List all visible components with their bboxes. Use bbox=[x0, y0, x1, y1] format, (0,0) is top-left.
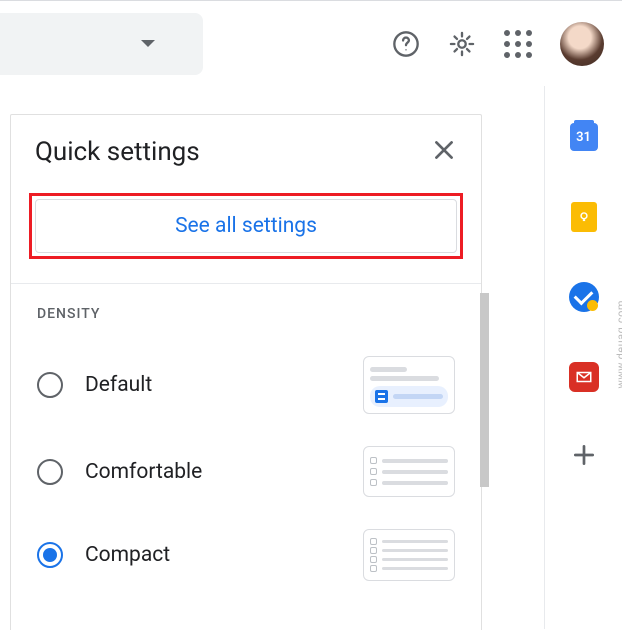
contacts-app[interactable] bbox=[569, 362, 599, 392]
keep-icon bbox=[571, 202, 597, 232]
density-label: Compact bbox=[85, 543, 363, 567]
keep-app[interactable] bbox=[569, 202, 599, 232]
apps-button[interactable] bbox=[494, 20, 542, 68]
see-all-settings-button[interactable]: See all settings bbox=[35, 199, 457, 253]
panel-header: Quick settings bbox=[11, 115, 481, 179]
tasks-app[interactable] bbox=[569, 282, 599, 312]
help-icon bbox=[392, 30, 420, 58]
support-button[interactable] bbox=[382, 20, 430, 68]
close-icon bbox=[431, 137, 457, 163]
density-option-comfortable[interactable]: Comfortable bbox=[29, 430, 463, 513]
radio-selected-icon bbox=[37, 542, 63, 568]
see-all-highlight: See all settings bbox=[29, 193, 463, 259]
gear-icon bbox=[448, 30, 476, 58]
quick-settings-panel: Quick settings See all settings DENSITY … bbox=[10, 114, 482, 630]
category-dropdown[interactable] bbox=[0, 13, 203, 75]
density-options: Default Comfortable bbox=[11, 340, 481, 597]
density-preview-comfortable bbox=[363, 446, 455, 497]
plus-icon bbox=[571, 442, 597, 472]
density-section-label: DENSITY bbox=[11, 306, 481, 322]
density-preview-default bbox=[363, 356, 455, 414]
top-toolbar bbox=[0, 0, 622, 86]
settings-button[interactable] bbox=[438, 20, 486, 68]
panel-title: Quick settings bbox=[35, 137, 200, 167]
density-label: Default bbox=[85, 373, 363, 397]
radio-icon bbox=[37, 372, 63, 398]
calendar-app[interactable]: 31 bbox=[569, 122, 599, 152]
density-label: Comfortable bbox=[85, 460, 363, 484]
add-app-button[interactable] bbox=[569, 442, 599, 472]
calendar-icon: 31 bbox=[570, 123, 598, 151]
watermark: www.deuaq.com bbox=[614, 300, 622, 388]
tasks-icon bbox=[569, 282, 599, 312]
side-rail: 31 bbox=[544, 86, 622, 629]
account-avatar[interactable] bbox=[560, 22, 604, 66]
caret-down-icon bbox=[141, 40, 155, 47]
density-option-compact[interactable]: Compact bbox=[29, 513, 463, 597]
density-preview-compact bbox=[363, 529, 455, 581]
close-button[interactable] bbox=[431, 137, 457, 167]
density-option-default[interactable]: Default bbox=[29, 340, 463, 430]
radio-icon bbox=[37, 459, 63, 485]
envelope-icon bbox=[569, 362, 599, 392]
main-area: Quick settings See all settings DENSITY … bbox=[0, 86, 622, 629]
apps-grid-icon bbox=[504, 30, 532, 58]
scrollbar[interactable] bbox=[480, 293, 489, 487]
divider bbox=[11, 283, 481, 284]
panel-column: Quick settings See all settings DENSITY … bbox=[0, 86, 494, 629]
